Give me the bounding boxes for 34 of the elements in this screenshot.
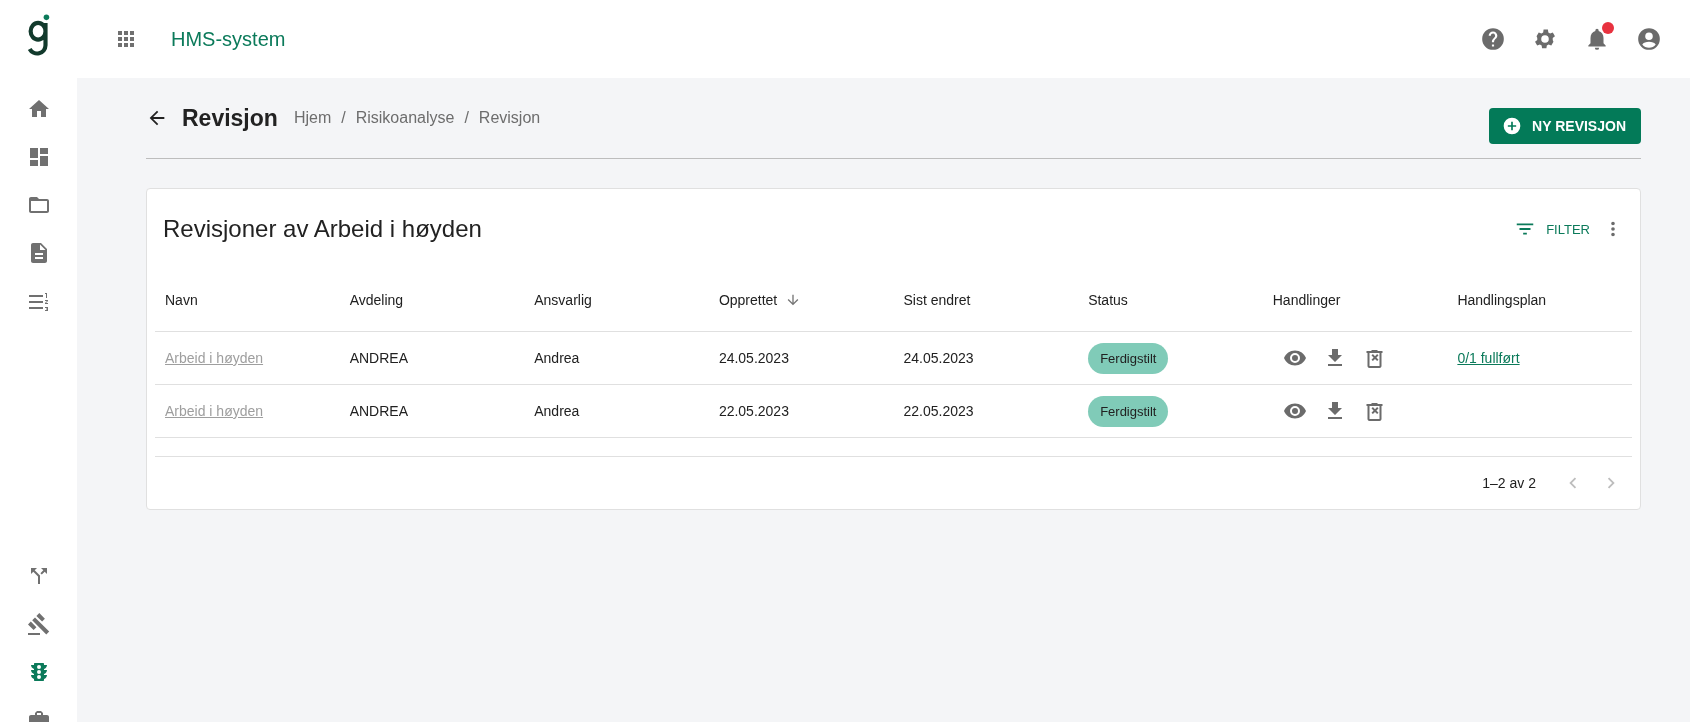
table-cell: ANDREA (349, 403, 408, 419)
column-header[interactable]: Avdeling (349, 292, 404, 308)
account-icon[interactable] (1636, 26, 1662, 52)
table-cell: ANDREA (349, 350, 408, 366)
breadcrumb-separator: / (464, 109, 469, 127)
status-badge: Ferdigstilt (1088, 342, 1169, 374)
table-cell: 24.05.2023 (903, 350, 974, 366)
card-title: Revisjoner av Arbeid i høyden (163, 215, 482, 243)
help-icon[interactable] (1480, 26, 1506, 52)
column-header[interactable]: Opprettet (718, 292, 778, 308)
table-cell: 22.05.2023 (903, 403, 974, 419)
breadcrumb-separator: / (341, 109, 346, 127)
action-plan-link[interactable]: 0/1 fullført (1457, 350, 1520, 366)
breadcrumb-link[interactable]: Hjem (293, 109, 332, 127)
logo-icon (25, 12, 52, 58)
gavel-icon[interactable] (26, 612, 51, 636)
column-header[interactable]: Status (1088, 292, 1128, 308)
filter-button[interactable]: FILTER (1508, 217, 1596, 241)
breadcrumb-link[interactable]: Revisjon (478, 109, 541, 127)
column-header[interactable]: Handlinger (1272, 292, 1341, 308)
column-header[interactable]: Navn (165, 292, 198, 308)
new-revision-button[interactable]: NY REVISJON (1489, 108, 1641, 144)
column-header[interactable]: Ansvarlig (534, 292, 592, 308)
table-cell: Andrea (534, 350, 580, 366)
table-cell: 24.05.2023 (718, 350, 789, 366)
page-title: Revisjon (182, 104, 278, 132)
breadcrumb-link[interactable]: Risikoanalyse (355, 109, 455, 127)
column-header[interactable]: Sist endret (903, 292, 971, 308)
table-cell: Andrea (534, 403, 580, 419)
column-header[interactable]: Handlingsplan (1457, 292, 1547, 308)
status-badge: Ferdigstilt (1088, 395, 1169, 427)
table-cell: 22.05.2023 (718, 403, 789, 419)
pagination-range: 1–2 av 2 (1482, 475, 1536, 491)
app-name[interactable]: HMS-system (171, 27, 286, 51)
